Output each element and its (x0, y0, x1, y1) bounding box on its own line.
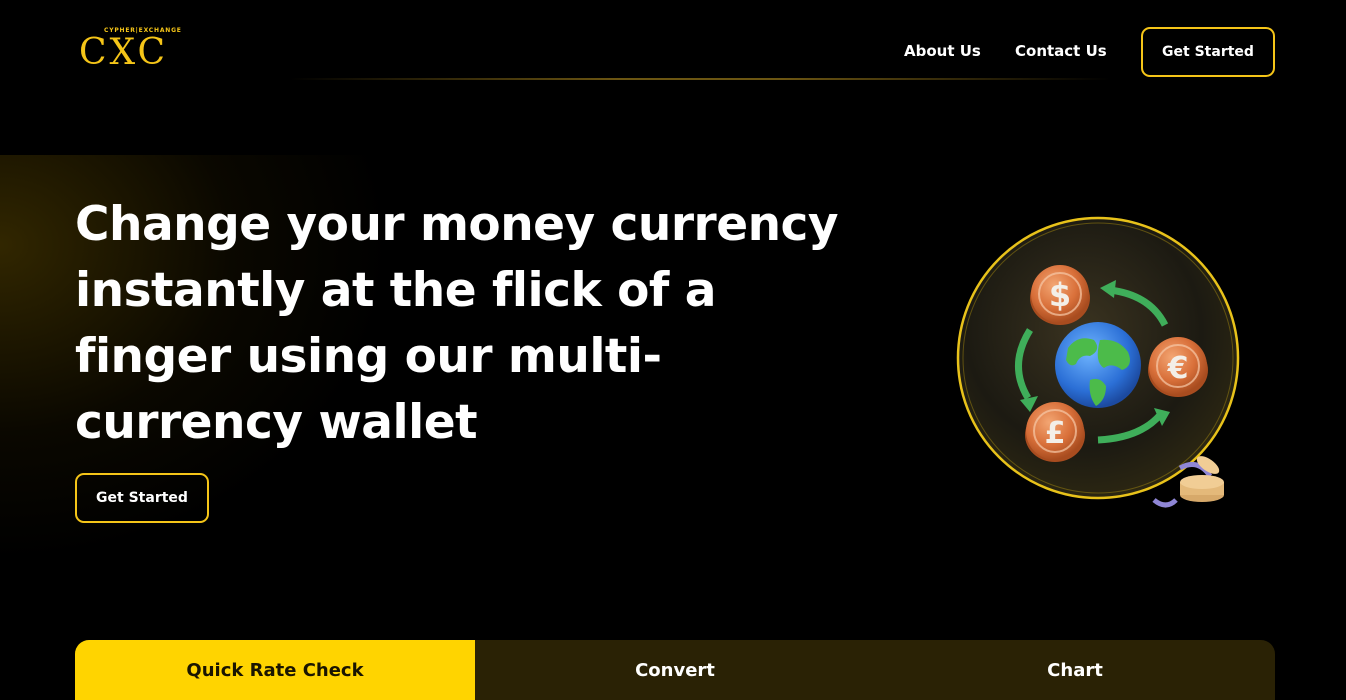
pound-coin-icon: £ (1025, 402, 1085, 462)
nav-divider (290, 78, 1110, 80)
nav-link-contact-us[interactable]: Contact Us (1015, 42, 1107, 60)
brand-name: CXC (79, 32, 169, 73)
tab-convert[interactable]: Convert (475, 640, 875, 700)
nav-link-about-us[interactable]: About Us (904, 42, 981, 60)
globe-icon (1055, 322, 1141, 408)
brand-logo[interactable]: CYPHER|EXCHANGE CXC (79, 27, 209, 75)
top-navigation: CYPHER|EXCHANGE CXC About Us Contact Us … (0, 0, 1346, 100)
hero-get-started-button[interactable]: Get Started (75, 473, 209, 523)
currency-exchange-illustration: $ € £ (940, 200, 1260, 530)
tab-chart[interactable]: Chart (875, 640, 1275, 700)
hero-title: Change your money currency instantly at … (75, 197, 839, 450)
euro-coin-icon: € (1148, 337, 1208, 397)
svg-text:€: € (1167, 351, 1189, 386)
svg-text:$: $ (1049, 276, 1071, 314)
tab-quick-rate-check[interactable]: Quick Rate Check (75, 640, 475, 700)
exchange-tabs: Quick Rate Check Convert Chart (75, 640, 1275, 700)
svg-text:£: £ (1045, 416, 1066, 451)
dollar-coin-icon: $ (1030, 265, 1090, 325)
header-get-started-button[interactable]: Get Started (1141, 27, 1275, 77)
